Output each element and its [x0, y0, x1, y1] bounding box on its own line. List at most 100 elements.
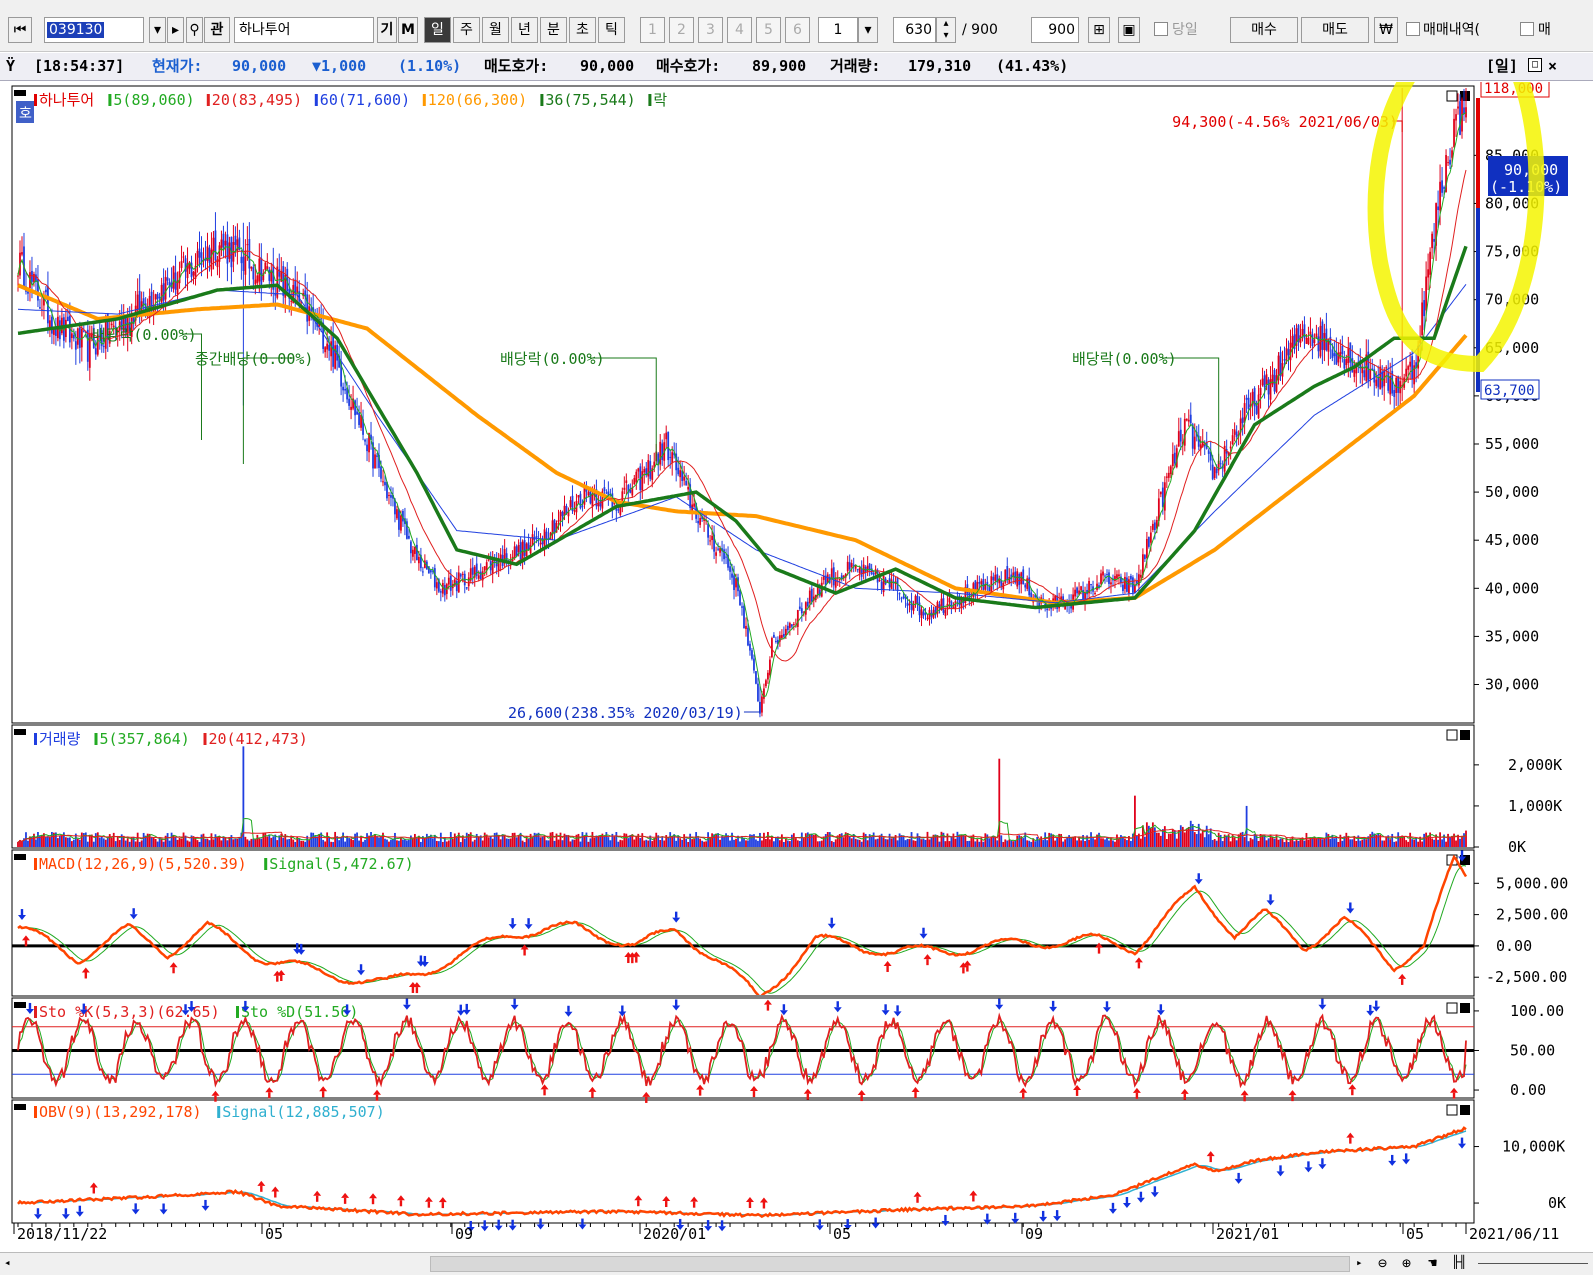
panel-collapse-icon-4[interactable] [14, 1104, 26, 1110]
panel-collapse-icon-2[interactable] [14, 854, 26, 860]
candle-body [916, 595, 919, 604]
volume-bar [607, 837, 610, 847]
number-button-6[interactable]: 6 [785, 17, 810, 43]
number-button-2[interactable]: 2 [669, 17, 694, 43]
number-button-1[interactable]: 1 [640, 17, 665, 43]
number-select-arrow-icon[interactable]: ▾ [858, 17, 878, 43]
period-tab-1[interactable]: 주 [453, 17, 480, 43]
number-button-3[interactable]: 3 [698, 17, 723, 43]
candle-body [557, 520, 560, 522]
candle-body [410, 541, 412, 554]
scroll-right-icon[interactable]: ▸ [1356, 1256, 1370, 1272]
panel-max-icon-3[interactable] [1446, 1002, 1458, 1014]
hand-icon[interactable]: ☚ [1428, 1254, 1437, 1272]
restore-icon[interactable]: □ [1528, 58, 1542, 72]
candle-body [982, 579, 985, 590]
volume-bar [358, 840, 360, 847]
volume-bar [986, 834, 989, 847]
trade-extra-checkbox[interactable] [1520, 22, 1534, 36]
current-price: 90,000 [232, 57, 287, 75]
save-icon[interactable]: ▣ [1118, 17, 1140, 43]
stock-code-input[interactable]: 039130 [44, 17, 144, 43]
scroll-bar[interactable]: ◂ ▸ ⊖ ⊕ ☚ ╟╢ [0, 1252, 1593, 1275]
candle-body [755, 671, 757, 684]
scroll-left-icon[interactable]: ◂ [4, 1256, 18, 1272]
volume-bar [589, 838, 592, 847]
volume-bar [683, 834, 686, 847]
today-checkbox[interactable] [1154, 22, 1168, 36]
volume-bar [27, 840, 29, 847]
sell-button[interactable]: 매도 [1301, 17, 1369, 43]
dropdown-icon[interactable]: ▾ [149, 17, 166, 43]
first-page-icon[interactable]: ⏮ [8, 17, 32, 43]
volume-bar [659, 840, 662, 847]
volume-bar [826, 832, 829, 847]
favorite-button[interactable]: 관 [204, 17, 230, 43]
filter-icon[interactable]: Ÿ [6, 53, 15, 80]
ruler-icon[interactable]: ╟╢ [1452, 1255, 1466, 1269]
panel-max-icon-1[interactable] [1446, 729, 1458, 741]
volume-bar [834, 839, 837, 847]
volume-bar [166, 833, 169, 847]
candle-body [625, 480, 628, 483]
volume-bar [1054, 840, 1057, 847]
volume-bar [990, 837, 993, 847]
candle-body [729, 566, 731, 572]
count-spinner-icon[interactable]: ▴ ▾ [936, 17, 956, 43]
period-tab-5[interactable]: 초 [569, 17, 596, 43]
volume-bar [1437, 839, 1439, 847]
volume-bar [394, 832, 396, 847]
volume-bar [679, 838, 682, 847]
search-icon[interactable]: ⚲ [186, 17, 203, 43]
x-axis-label-0: 2018/11/22 [17, 1225, 107, 1243]
period-tab-0[interactable]: 일 [424, 17, 451, 43]
volume-bar [1459, 838, 1461, 847]
panel-close-icon-1[interactable] [1460, 730, 1470, 740]
number-button-5[interactable]: 5 [756, 17, 781, 43]
m-button[interactable]: M [398, 17, 418, 43]
number-select[interactable]: 1 [818, 17, 858, 43]
trade-history-checkbox[interactable] [1406, 22, 1420, 36]
zoom-in-icon[interactable]: ⊕ [1402, 1254, 1411, 1272]
scroll-thumb[interactable] [430, 1256, 1350, 1272]
legend-marker [314, 94, 318, 106]
won-button[interactable]: ₩ [1374, 17, 1398, 43]
zoom-slider[interactable] [1478, 1263, 1588, 1264]
volume-bar [842, 837, 845, 847]
panel-collapse-icon-1[interactable] [14, 729, 26, 735]
chart-canvas[interactable]: 호 하나투어 5(89,060) 20(83,495) 60(71,600) 120(66… [0, 82, 1593, 1252]
panel-close-icon-4[interactable] [1460, 1105, 1470, 1115]
volume-bar [675, 840, 678, 847]
volume-bar [655, 832, 658, 847]
x-axis-label-5: 09 [1025, 1225, 1043, 1243]
volume-bar [256, 834, 259, 847]
panel-collapse-icon-0[interactable] [14, 90, 26, 96]
period-tab-6[interactable]: 틱 [598, 17, 625, 43]
count-input[interactable]: 630 [893, 17, 936, 43]
zoom-out-icon[interactable]: ⊖ [1378, 1254, 1387, 1272]
add-chart-icon[interactable]: ⊞ [1088, 17, 1110, 43]
candle-body [1187, 419, 1190, 422]
candle-body [1267, 379, 1270, 395]
number-button-4[interactable]: 4 [727, 17, 752, 43]
period-tab-2[interactable]: 월 [482, 17, 509, 43]
period-tab-3[interactable]: 년 [511, 17, 538, 43]
panel-collapse-icon-3[interactable] [14, 1002, 26, 1008]
next-icon[interactable]: ▸ [167, 17, 184, 43]
volume-bar [178, 837, 181, 847]
panel-close-icon-3[interactable] [1460, 1003, 1470, 1013]
candle-body [1303, 324, 1306, 339]
panel-close-icon-0[interactable] [1460, 91, 1470, 101]
gi-button[interactable]: 기 [377, 17, 397, 43]
buy-button[interactable]: 매수 [1230, 17, 1298, 43]
volume-bar [1072, 836, 1074, 847]
bid-label: 매수호가: [656, 57, 721, 75]
volume-bar [100, 836, 103, 847]
total-input[interactable]: 900 [1031, 17, 1079, 43]
panel-max-icon-0[interactable] [1446, 90, 1458, 102]
close-icon[interactable]: × [1548, 53, 1557, 80]
volume-bar [447, 840, 450, 847]
volume-bar [1038, 839, 1041, 847]
period-tab-4[interactable]: 분 [540, 17, 567, 43]
panel-max-icon-4[interactable] [1446, 1104, 1458, 1116]
